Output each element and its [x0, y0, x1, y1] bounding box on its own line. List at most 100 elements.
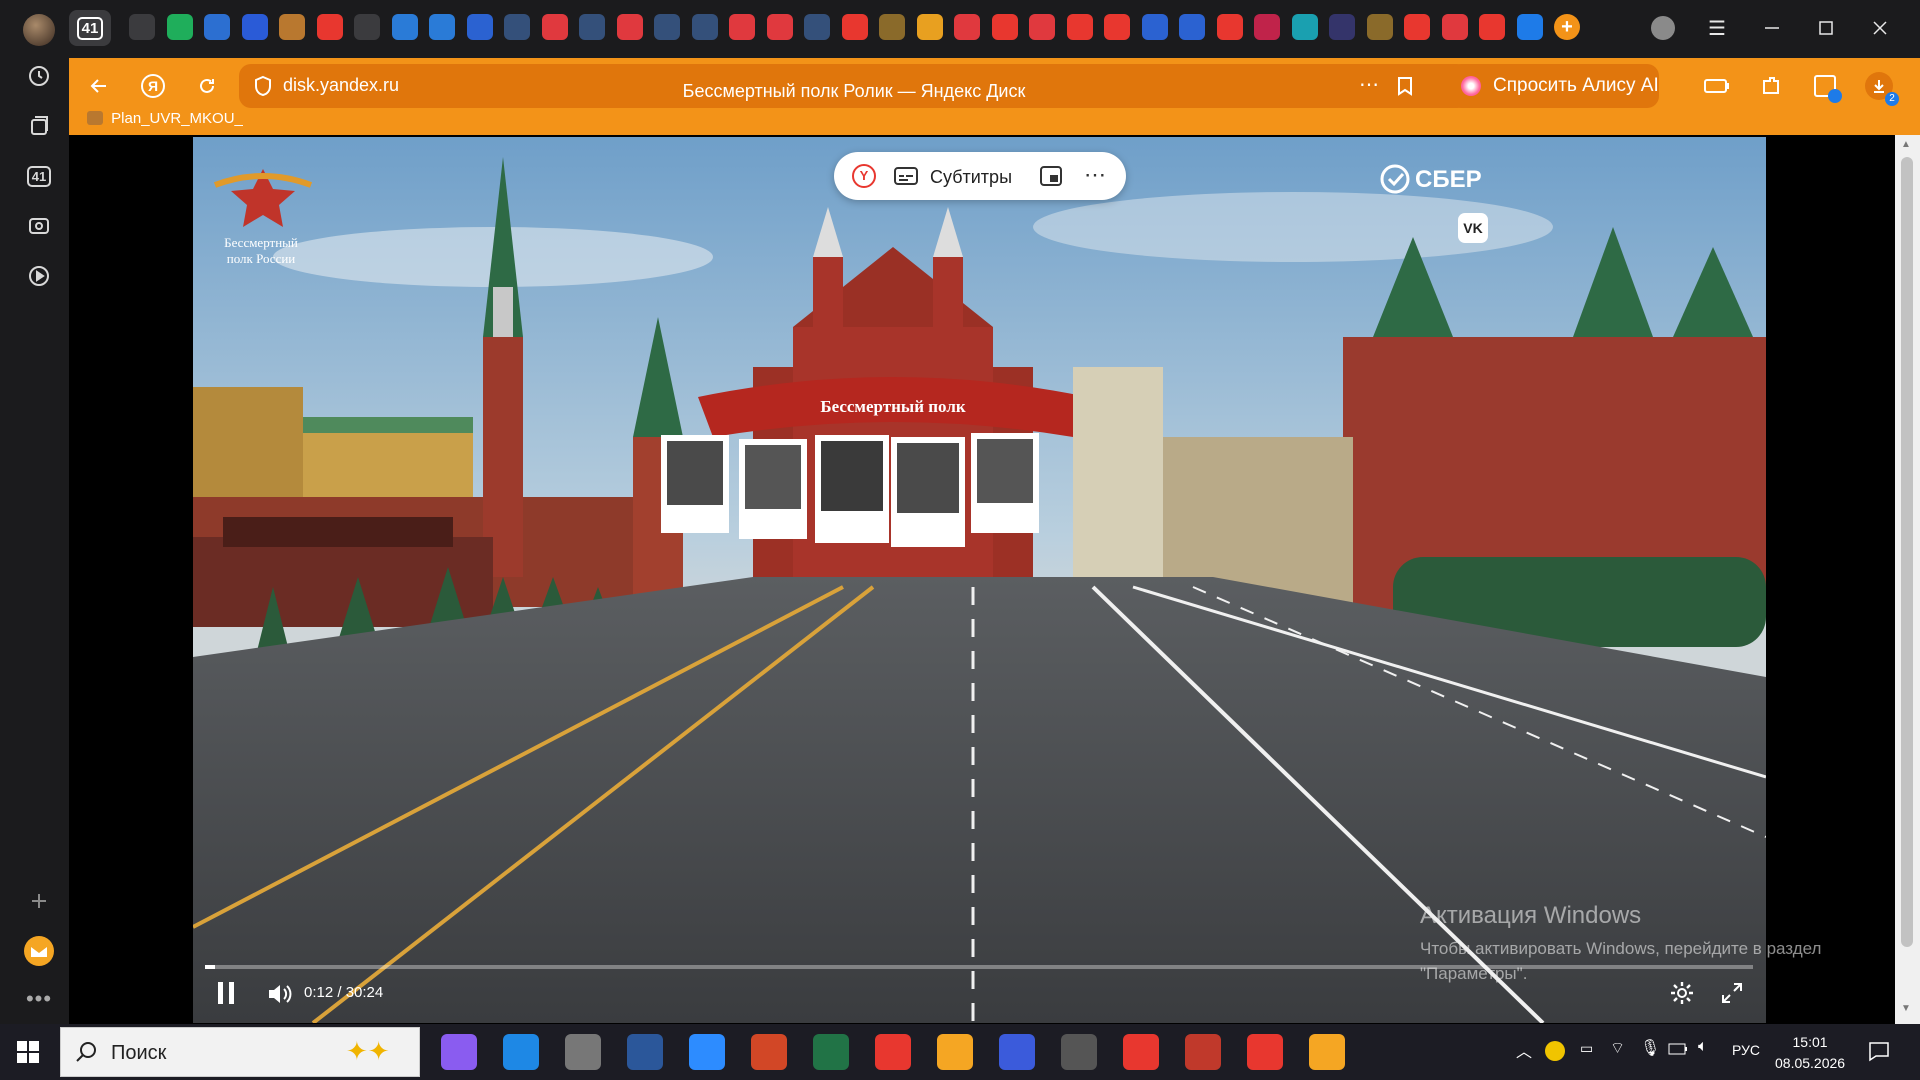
profile-icon[interactable]: [1643, 12, 1683, 44]
url-text[interactable]: disk.yandex.ru: [283, 75, 399, 96]
notifications-icon[interactable]: [1868, 1040, 1890, 1067]
menu-icon[interactable]: ☰: [1697, 12, 1737, 44]
window-icon[interactable]: [429, 14, 455, 40]
disk-icon[interactable]: [1516, 14, 1543, 40]
taskbar-clock[interactable]: 15:01 08.05.2026: [1775, 1032, 1845, 1074]
bookmark-icon[interactable]: [1397, 76, 1413, 101]
tab-count-button[interactable]: 41: [69, 10, 111, 46]
pdf-icon[interactable]: [1441, 14, 1468, 40]
more-icon[interactable]: •••: [22, 982, 56, 1016]
yandex-icon[interactable]: [1104, 14, 1130, 40]
flag-ru-icon[interactable]: [1179, 14, 1205, 40]
emblem-icon[interactable]: [804, 14, 830, 40]
presentation-app-icon[interactable]: [751, 1034, 787, 1070]
omnibox[interactable]: Бессмертный полк Ролик — Яндекс Диск ⋯: [239, 64, 1469, 108]
mail-app-icon[interactable]: [1309, 1034, 1345, 1070]
wifi-icon[interactable]: ⌔: [1610, 1038, 1625, 1058]
pdf-icon[interactable]: [766, 14, 793, 40]
profile-avatar[interactable]: [23, 14, 55, 46]
yandex-icon[interactable]: [1479, 14, 1505, 40]
volume-tray-icon[interactable]: 🔈︎: [1698, 1038, 1708, 1056]
emblem-icon[interactable]: [691, 14, 718, 40]
alice-app-icon[interactable]: [441, 1034, 477, 1070]
arrow-left-icon[interactable]: [354, 14, 380, 40]
collections-icon[interactable]: [22, 109, 56, 143]
subtitles-icon[interactable]: [894, 166, 918, 191]
emblem-icon[interactable]: [879, 14, 905, 40]
pip-icon[interactable]: [1040, 165, 1062, 192]
mosaic-icon[interactable]: [916, 14, 943, 40]
edge-icon[interactable]: [241, 14, 268, 40]
microphone-icon[interactable]: 🎙︎: [1640, 1038, 1660, 1058]
video-icon[interactable]: [22, 259, 56, 293]
excel-app-icon[interactable]: [813, 1034, 849, 1070]
music-app-icon[interactable]: [937, 1034, 973, 1070]
more-options-icon[interactable]: ⋯: [1084, 162, 1106, 188]
page-scrollbar[interactable]: ▲ ▼: [1895, 135, 1920, 1024]
copy-app-icon[interactable]: [999, 1034, 1035, 1070]
opera-app-icon[interactable]: [1123, 1034, 1159, 1070]
volume-icon[interactable]: [266, 982, 292, 1011]
yandex-browser-app-icon[interactable]: [1247, 1034, 1283, 1070]
pdf-icon[interactable]: [729, 14, 755, 40]
zoom-app-icon[interactable]: [689, 1034, 725, 1070]
yandex-app-icon[interactable]: [875, 1034, 911, 1070]
c-icon[interactable]: [1291, 14, 1318, 40]
pdf-icon[interactable]: [616, 14, 643, 40]
reload-icon[interactable]: [187, 66, 227, 106]
pdf-icon[interactable]: [1029, 14, 1055, 40]
new-tab-icon[interactable]: +: [1554, 14, 1580, 40]
pdf-icon[interactable]: [954, 14, 980, 40]
minimize-icon[interactable]: [1752, 12, 1792, 44]
opera-gx-app-icon[interactable]: [1185, 1034, 1221, 1070]
yandex-icon[interactable]: [1066, 14, 1093, 40]
gosuslugi-icon[interactable]: [166, 14, 193, 40]
extensions-icon[interactable]: [1751, 66, 1791, 106]
emblem-icon[interactable]: [279, 14, 305, 40]
emblem-icon[interactable]: [579, 14, 605, 40]
dropdown-icon[interactable]: [129, 14, 155, 40]
emblem-icon[interactable]: [1366, 14, 1393, 40]
yandex-icon[interactable]: Y: [852, 164, 876, 188]
yandex-icon[interactable]: [1404, 14, 1430, 40]
emblem-icon[interactable]: [504, 14, 530, 40]
pdf-icon[interactable]: [541, 14, 568, 40]
scroll-thumb[interactable]: [1901, 157, 1913, 947]
edge-app-icon[interactable]: [503, 1034, 539, 1070]
tab-count-icon[interactable]: 41: [22, 159, 56, 193]
language-indicator[interactable]: РУС: [1732, 1042, 1760, 1058]
word-app-icon[interactable]: [627, 1034, 663, 1070]
yandex-icon[interactable]: [841, 14, 868, 40]
alice-button[interactable]: Спросить Алису AI: [1449, 64, 1659, 108]
mic-app-icon[interactable]: [565, 1034, 601, 1070]
add-icon[interactable]: [22, 884, 56, 918]
car-icon[interactable]: [204, 14, 230, 40]
camera-icon[interactable]: ▭: [1580, 1040, 1593, 1057]
pause-icon[interactable]: [214, 980, 238, 1011]
video-player[interactable]: Бессмертный полк Бессмертный полк России…: [193, 137, 1766, 1023]
screenshot-icon[interactable]: [22, 209, 56, 243]
owl-icon[interactable]: [1329, 14, 1355, 40]
history-icon[interactable]: [22, 59, 56, 93]
translate-icon[interactable]: [1805, 66, 1845, 106]
voice-app-icon[interactable]: [1061, 1034, 1097, 1070]
taskbar-search[interactable]: Поиск ✦✦: [60, 1027, 420, 1077]
flag-ru-icon[interactable]: [1141, 14, 1168, 40]
mail-icon[interactable]: [22, 934, 56, 968]
scroll-down-icon[interactable]: ▼: [1901, 1003, 1911, 1014]
yandex-icon[interactable]: [1216, 14, 1243, 40]
flag-ru-icon[interactable]: [466, 14, 493, 40]
bar-icon[interactable]: [391, 14, 418, 40]
downloads-icon[interactable]: 2: [1859, 66, 1899, 106]
chevron-up-icon[interactable]: ︿: [1516, 1038, 1532, 1062]
battery-saver-icon[interactable]: [1697, 66, 1737, 106]
more-icon[interactable]: ⋯: [1359, 72, 1379, 97]
bookmark-item[interactable]: Plan_UVR_MKOU_: [87, 110, 243, 127]
subtitles-button[interactable]: Субтитры: [930, 167, 1012, 188]
play-icon[interactable]: [316, 14, 343, 40]
start-icon[interactable]: [17, 1041, 39, 1068]
emblem-icon[interactable]: [654, 14, 680, 40]
back-icon[interactable]: [79, 66, 119, 106]
battery-icon[interactable]: [1668, 1042, 1688, 1060]
yandex-logo-icon[interactable]: Я: [133, 66, 173, 106]
